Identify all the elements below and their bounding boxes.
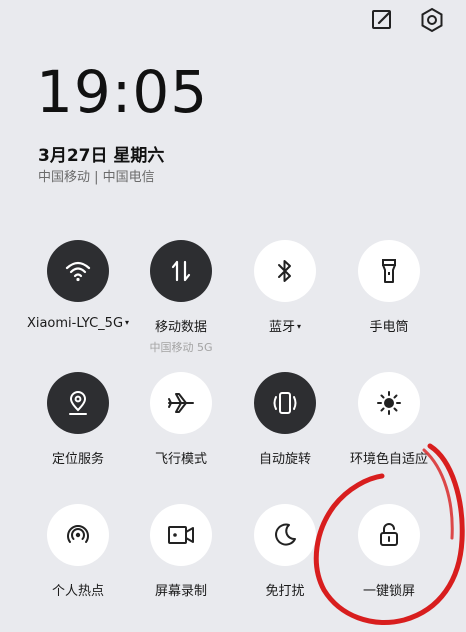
tile-wifi[interactable]: Xiaomi-LYC_5G ▾ bbox=[22, 240, 134, 331]
screen-record-icon[interactable] bbox=[150, 504, 212, 566]
carrier-text: 中国移动 | 中国电信 bbox=[38, 170, 155, 185]
tile-label: 免打扰 bbox=[265, 584, 305, 599]
rotate-icon[interactable] bbox=[254, 372, 316, 434]
edit-icon[interactable] bbox=[368, 6, 396, 34]
brightness-icon[interactable] bbox=[358, 372, 420, 434]
caret-down-icon: ▾ bbox=[297, 322, 302, 331]
tile-label: 手电筒 bbox=[369, 320, 409, 335]
flashlight-icon[interactable] bbox=[358, 240, 420, 302]
top-toolbar bbox=[368, 6, 446, 34]
tile-label: 定位服务 bbox=[51, 452, 104, 467]
location-icon[interactable] bbox=[47, 372, 109, 434]
tile-location[interactable]: 定位服务 bbox=[22, 372, 134, 467]
tile-label: 移动数据 bbox=[154, 320, 207, 335]
tile-flashlight[interactable]: 手电筒 bbox=[333, 240, 445, 335]
mobile-data-icon[interactable] bbox=[150, 240, 212, 302]
hotspot-icon[interactable] bbox=[47, 504, 109, 566]
airplane-icon[interactable] bbox=[150, 372, 212, 434]
tile-label: 环境色自适应 bbox=[349, 452, 428, 467]
date-text: 3月27日 星期六 bbox=[38, 146, 165, 166]
moon-icon[interactable] bbox=[254, 504, 316, 566]
tile-label: 屏幕录制 bbox=[154, 584, 207, 599]
tile-mobile-data[interactable]: 移动数据 中国移动 5G bbox=[125, 240, 237, 355]
tile-label: 个人热点 bbox=[51, 584, 104, 599]
tile-hotspot[interactable]: 个人热点 bbox=[22, 504, 134, 599]
tile-airplane[interactable]: 飞行模式 bbox=[125, 372, 237, 467]
tile-label: 飞行模式 bbox=[154, 452, 207, 467]
lock-icon[interactable] bbox=[358, 504, 420, 566]
gear-icon[interactable] bbox=[418, 6, 446, 34]
tile-sublabel: 中国移动 5G bbox=[149, 341, 213, 354]
tile-bluetooth[interactable]: 蓝牙 ▾ bbox=[229, 240, 341, 335]
tile-label: Xiaomi-LYC_5G bbox=[26, 316, 124, 331]
tile-ambient-color[interactable]: 环境色自适应 bbox=[333, 372, 445, 467]
tile-label: 一键锁屏 bbox=[362, 584, 415, 599]
bluetooth-icon[interactable] bbox=[254, 240, 316, 302]
tile-screen-record[interactable]: 屏幕录制 bbox=[125, 504, 237, 599]
wifi-icon[interactable] bbox=[47, 240, 109, 302]
tile-auto-rotate[interactable]: 自动旋转 bbox=[229, 372, 341, 467]
tile-label: 蓝牙 bbox=[268, 320, 295, 335]
tile-do-not-disturb[interactable]: 免打扰 bbox=[229, 504, 341, 599]
tile-label: 自动旋转 bbox=[258, 452, 311, 467]
clock-time: 19:05 bbox=[36, 58, 209, 126]
tile-lock-screen[interactable]: 一键锁屏 bbox=[333, 504, 445, 599]
